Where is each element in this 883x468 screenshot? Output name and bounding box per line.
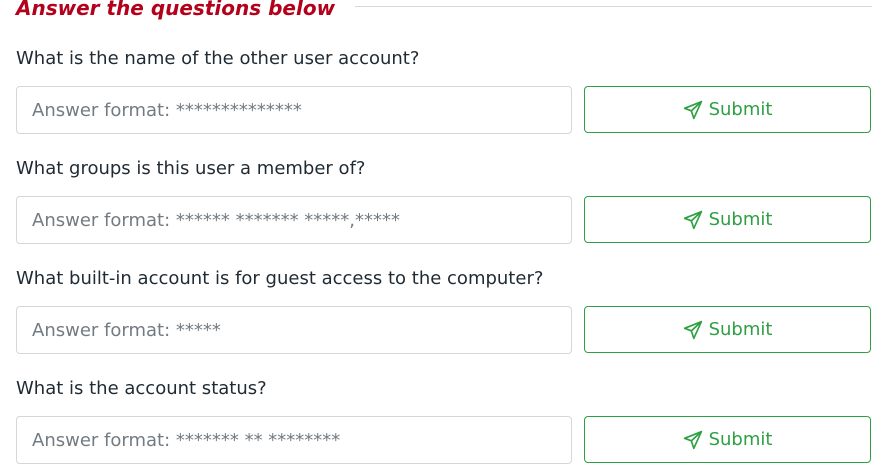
answer-input-4[interactable] bbox=[16, 416, 572, 464]
submit-button-3[interactable]: Submit bbox=[584, 306, 871, 353]
paper-plane-icon bbox=[683, 100, 703, 120]
section-title: Answer the questions below bbox=[16, 0, 356, 22]
paper-plane-icon bbox=[683, 430, 703, 450]
header-divider bbox=[328, 6, 872, 7]
question-1-text: What is the name of the other user accou… bbox=[16, 48, 420, 69]
submit-label: Submit bbox=[708, 319, 773, 340]
submit-label: Submit bbox=[708, 209, 773, 230]
answer-input-1[interactable] bbox=[16, 86, 572, 134]
answer-input-3[interactable] bbox=[16, 306, 572, 354]
paper-plane-icon bbox=[683, 320, 703, 340]
paper-plane-icon bbox=[683, 210, 703, 230]
task-section-header: Answer the questions below bbox=[16, 0, 872, 22]
submit-button-2[interactable]: Submit bbox=[584, 196, 871, 243]
submit-label: Submit bbox=[708, 429, 773, 450]
answer-input-2[interactable] bbox=[16, 196, 572, 244]
question-4-text: What is the account status? bbox=[16, 378, 267, 399]
submit-label: Submit bbox=[708, 99, 773, 120]
question-2-text: What groups is this user a member of? bbox=[16, 158, 366, 179]
question-3-text: What built-in account is for guest acces… bbox=[16, 268, 544, 289]
submit-button-1[interactable]: Submit bbox=[584, 86, 871, 133]
submit-button-4[interactable]: Submit bbox=[584, 416, 871, 463]
